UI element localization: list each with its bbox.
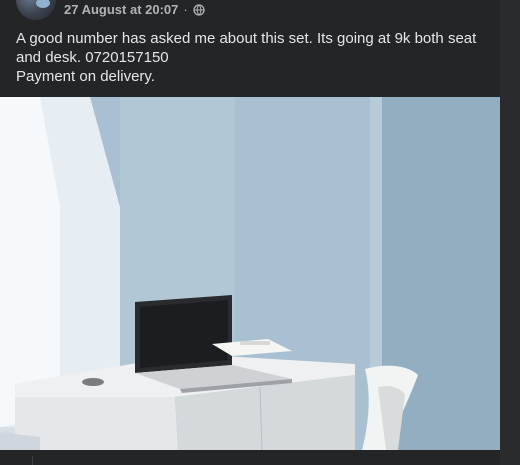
post-text: A good number has asked me about this se… (16, 29, 486, 86)
post-text-line: A good number has asked me about this se… (16, 30, 477, 66)
post-footer (0, 450, 500, 465)
more-options-icon[interactable]: ••• (455, 0, 477, 5)
meta-separator: · (183, 2, 188, 17)
post-photo[interactable] (0, 97, 500, 450)
post-timestamp[interactable]: 27 August at 20:07 (64, 2, 178, 17)
avatar[interactable] (16, 0, 56, 20)
post-card: 27 August at 20:07 · ••• A good number h… (0, 0, 500, 465)
post-meta: 27 August at 20:07 · (64, 2, 205, 17)
globe-icon[interactable] (193, 3, 205, 16)
footer-divider (32, 456, 33, 465)
page-background-strip (500, 0, 520, 465)
desk-chair-image (0, 97, 500, 450)
post-text-line: Payment on delivery. (16, 68, 155, 85)
